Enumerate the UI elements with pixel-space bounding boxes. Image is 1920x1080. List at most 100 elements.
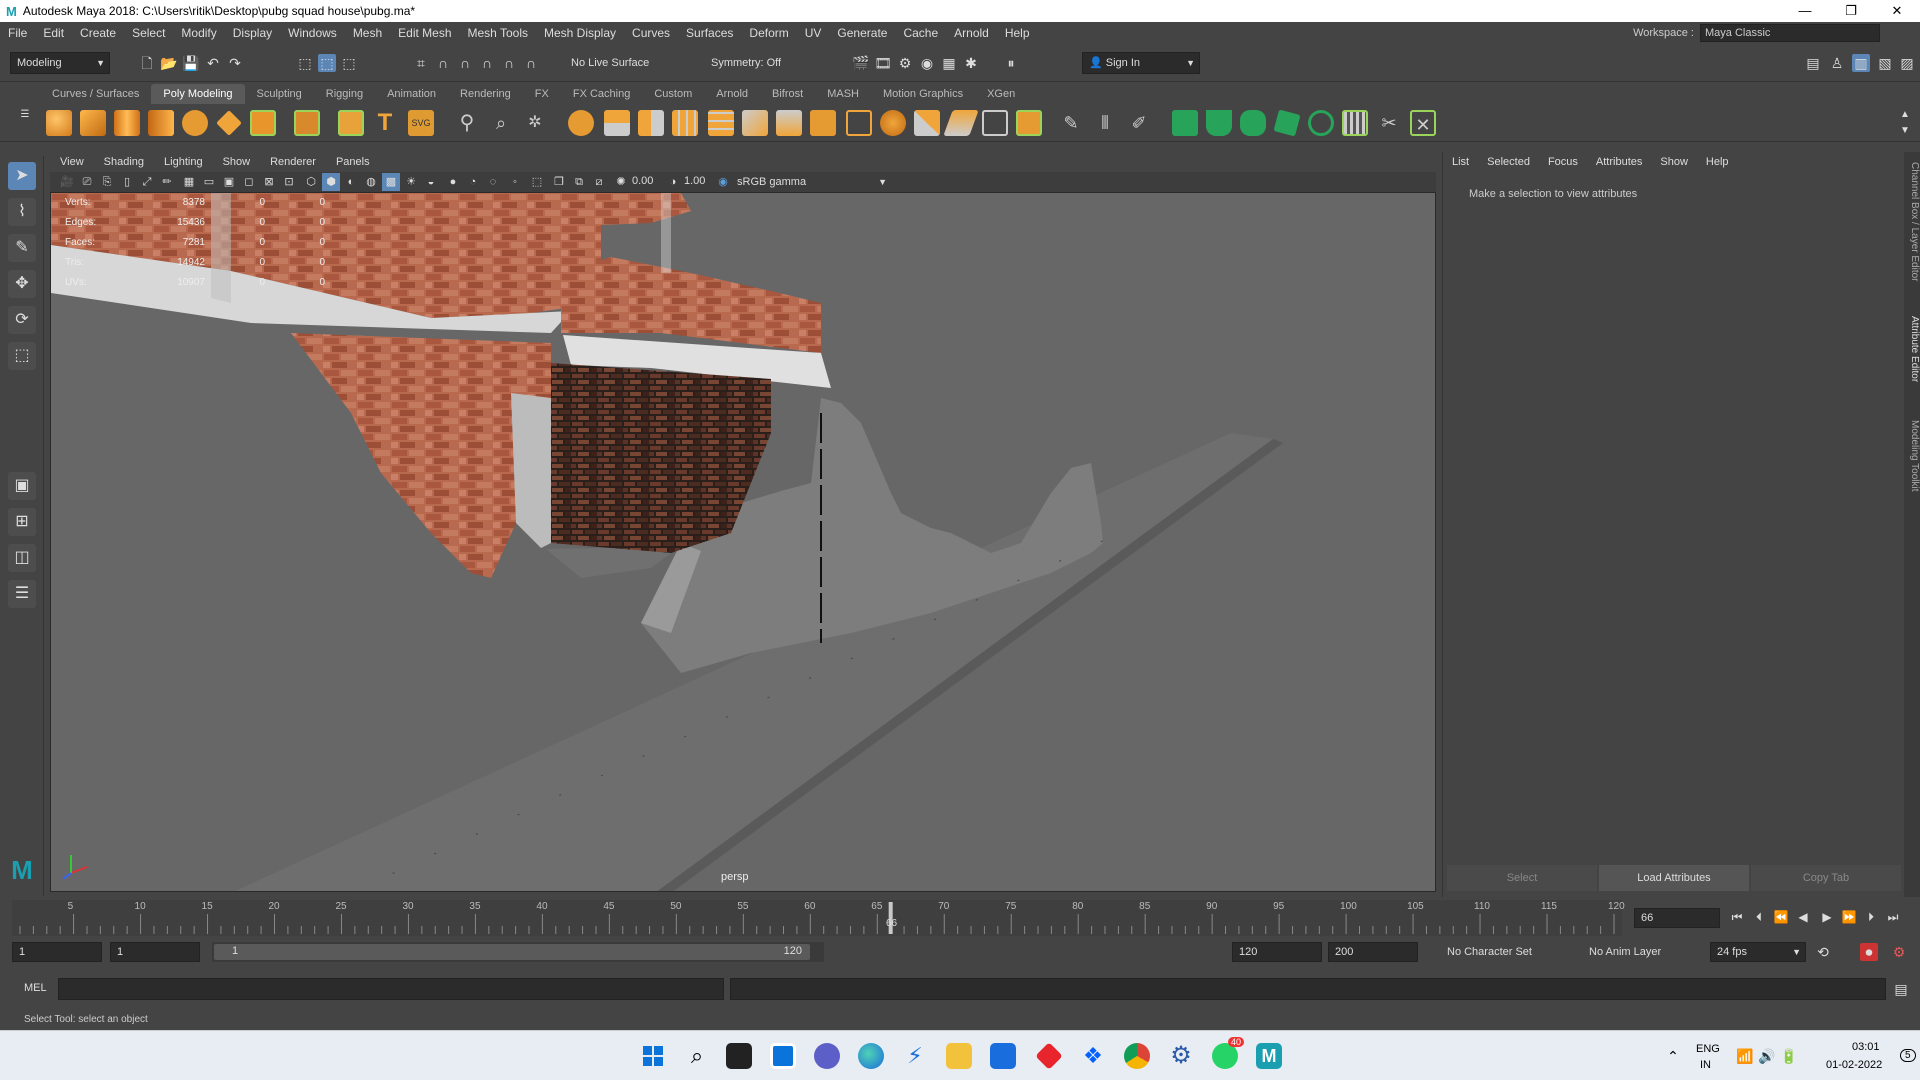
rotate-tool-icon[interactable]: ⟳ xyxy=(8,306,36,334)
widgets-icon[interactable] xyxy=(770,1043,796,1069)
wireframe-on-shaded-icon[interactable]: ◍ xyxy=(362,173,380,191)
select-component-icon[interactable]: ⬚ xyxy=(340,54,358,72)
snap-vertex-icon[interactable]: ∩ xyxy=(522,54,540,72)
anim-prefs-icon[interactable]: ⚙ xyxy=(1890,943,1908,961)
poly-sphere-icon[interactable] xyxy=(46,110,72,136)
redo-icon[interactable]: ↷ xyxy=(226,54,244,72)
menu-create[interactable]: Create xyxy=(72,26,124,40)
poly-plane-icon[interactable] xyxy=(216,110,242,136)
menu-modify[interactable]: Modify xyxy=(173,26,224,40)
viewport-menu-view[interactable]: View xyxy=(50,152,94,172)
maya-taskbar-icon[interactable]: M xyxy=(1256,1043,1282,1069)
tab-custom[interactable]: Custom xyxy=(642,84,704,104)
bridge-icon[interactable] xyxy=(776,110,802,136)
field-chart-icon[interactable]: ⊠ xyxy=(260,173,278,191)
gate-mask-icon[interactable]: ◻ xyxy=(240,173,258,191)
xray-joints-icon[interactable]: ⧉ xyxy=(570,173,588,191)
tab-sculpting[interactable]: Sculpting xyxy=(245,84,314,104)
spherical-mapping-icon[interactable] xyxy=(1240,110,1266,136)
tab-modeling-toolkit[interactable]: Modeling Toolkit xyxy=(1904,420,1920,492)
select-tool-icon[interactable]: ➤ xyxy=(8,162,36,190)
image-plane-icon[interactable]: ▯ xyxy=(118,173,136,191)
select-hierarchy-icon[interactable]: ⬚ xyxy=(296,54,314,72)
shelf-menu-icon[interactable]: ☰ xyxy=(16,106,34,124)
fill-hole-icon[interactable] xyxy=(982,110,1008,136)
volume-icon[interactable]: 🔊 xyxy=(1758,1047,1776,1065)
use-all-lights-icon[interactable]: ☀ xyxy=(402,173,420,191)
cut-uv-icon[interactable]: ✂ xyxy=(1376,110,1402,136)
menu-generate[interactable]: Generate xyxy=(829,26,895,40)
search-icon[interactable]: ⌕ xyxy=(684,1043,710,1069)
microsoft-store-icon[interactable] xyxy=(990,1043,1016,1069)
save-scene-icon[interactable]: 💾 xyxy=(182,54,200,72)
grease-pencil-icon[interactable]: ✏ xyxy=(158,173,176,191)
tab-fx-caching[interactable]: FX Caching xyxy=(561,84,642,104)
open-scene-icon[interactable]: 📂 xyxy=(160,54,178,72)
render-frame-icon[interactable]: 🎬 xyxy=(852,54,870,72)
poly-disc-icon[interactable] xyxy=(250,110,276,136)
svg-tool-icon[interactable]: SVG xyxy=(408,110,434,136)
motion-blur-icon[interactable]: ◔ xyxy=(464,173,482,191)
viewport-menu-panels[interactable]: Panels xyxy=(326,152,380,172)
load-attributes-button[interactable]: Load Attributes xyxy=(1599,865,1749,891)
clock-date[interactable]: 01-02-2022 xyxy=(1826,1059,1882,1071)
mel-input[interactable] xyxy=(58,978,724,1000)
close-button[interactable]: ✕ xyxy=(1874,0,1920,22)
hypershade-icon[interactable]: ◉ xyxy=(918,54,936,72)
menu-help[interactable]: Help xyxy=(997,26,1038,40)
four-view-layout-icon[interactable]: ⊞ xyxy=(8,508,36,536)
menu-display[interactable]: Display xyxy=(225,26,280,40)
backface-culling-icon[interactable]: ⧄ xyxy=(590,173,608,191)
scale-tool-icon[interactable]: ⬚ xyxy=(8,342,36,370)
time-slider[interactable]: 5 10 15 20 25 30 35 40 45 50 55 60 65 70 75 80 85 90 95 100… xyxy=(0,900,1920,936)
smooth-icon[interactable] xyxy=(638,110,664,136)
tab-animation[interactable]: Animation xyxy=(375,84,448,104)
xray-icon[interactable]: ❐ xyxy=(550,173,568,191)
cylindrical-mapping-icon[interactable] xyxy=(1206,110,1232,136)
select-by-region-icon[interactable]: ⌕ xyxy=(488,110,514,136)
script-editor-icon[interactable]: ▤ xyxy=(1892,980,1910,998)
wifi-icon[interactable]: 📶 xyxy=(1736,1047,1754,1065)
menu-edit-mesh[interactable]: Edit Mesh xyxy=(390,26,459,40)
tab-attribute-editor[interactable]: Attribute Editor xyxy=(1904,316,1920,382)
command-language-label[interactable]: MEL xyxy=(24,982,47,994)
grid-icon[interactable]: ▦ xyxy=(180,173,198,191)
shelf-scroll-down-icon[interactable]: ▼ xyxy=(1896,122,1914,140)
whatsapp-icon[interactable]: 40 xyxy=(1212,1037,1244,1069)
undo-icon[interactable]: ↶ xyxy=(204,54,222,72)
go-to-end-icon[interactable]: ⏭ xyxy=(1884,908,1902,926)
isolate-select-icon[interactable]: ⬚ xyxy=(528,173,546,191)
vscode-icon[interactable]: ⚡ xyxy=(902,1043,928,1069)
render-settings-icon[interactable]: ⚙ xyxy=(896,54,914,72)
viewport-menu-show[interactable]: Show xyxy=(213,152,261,172)
tab-arnold[interactable]: Arnold xyxy=(704,84,760,104)
menu-mesh[interactable]: Mesh xyxy=(345,26,390,40)
viewport-menu-renderer[interactable]: Renderer xyxy=(260,152,326,172)
notification-count[interactable]: 5 xyxy=(1900,1049,1916,1062)
play-backwards-icon[interactable]: ◀ xyxy=(1794,908,1812,926)
append-polygon-icon[interactable] xyxy=(880,110,906,136)
anydesk-icon[interactable] xyxy=(1035,1042,1063,1070)
default-material-icon[interactable]: ◐ xyxy=(342,173,360,191)
quad-draw-icon[interactable]: ✐ xyxy=(1126,110,1152,136)
insert-edge-loop-icon[interactable]: ⫴ xyxy=(1092,110,1118,136)
symmetry-select[interactable]: Symmetry: Off xyxy=(704,52,804,74)
attr-menu-selected[interactable]: Selected xyxy=(1478,156,1539,168)
tab-curves-surfaces[interactable]: Curves / Surfaces xyxy=(40,84,151,104)
current-frame-field[interactable]: 66 xyxy=(1634,908,1720,928)
menu-windows[interactable]: Windows xyxy=(280,26,345,40)
triangulate-icon[interactable] xyxy=(1016,110,1042,136)
sew-uv-icon[interactable]: ✕ xyxy=(1410,110,1436,136)
bridge-edge-icon[interactable] xyxy=(846,110,872,136)
single-perspective-layout-icon[interactable]: ▣ xyxy=(8,472,36,500)
sculpt-tool-icon[interactable]: ⚲ xyxy=(454,110,480,136)
playback-start-field[interactable]: 1 xyxy=(110,942,200,962)
type-tool-icon[interactable]: T xyxy=(372,110,398,136)
attr-menu-list[interactable]: List xyxy=(1443,156,1478,168)
snap-curve-icon[interactable]: ∩ xyxy=(434,54,452,72)
arnold-render-icon[interactable]: ✱ xyxy=(962,54,980,72)
range-bar[interactable]: 1 120 xyxy=(212,942,824,962)
menu-set-select[interactable]: Modeling ▼ xyxy=(10,52,110,74)
loop-icon[interactable]: ⟲ xyxy=(1814,943,1832,961)
poly-cone-icon[interactable] xyxy=(148,110,174,136)
